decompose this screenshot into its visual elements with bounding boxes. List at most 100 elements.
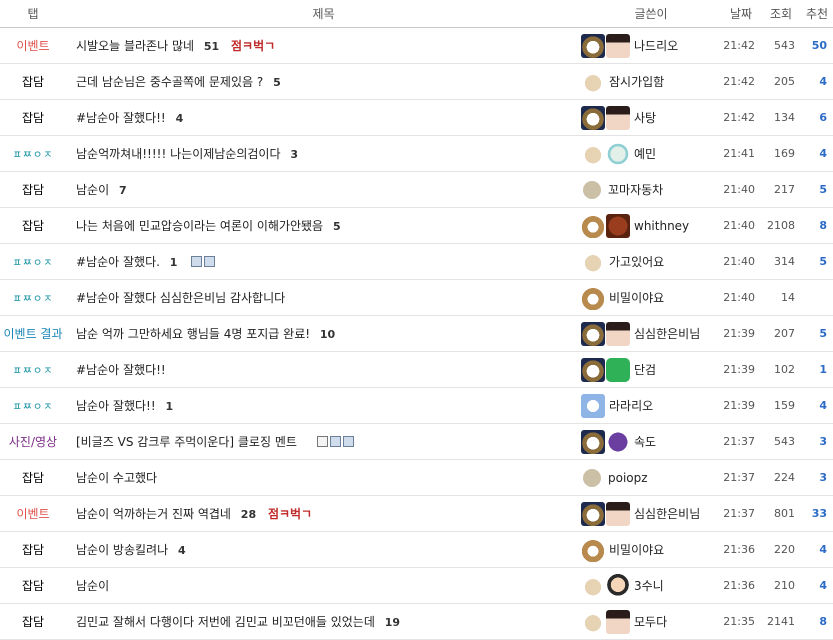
avatar[interactable] (606, 321, 630, 346)
author-name[interactable]: 비밀이야요 (609, 291, 664, 305)
author-name[interactable]: whithney (634, 219, 689, 233)
comment-count[interactable]: 5 (333, 220, 341, 233)
header-tab[interactable]: 탭 (0, 0, 66, 28)
post-tab[interactable]: 이벤트 (0, 27, 66, 64)
comment-count[interactable]: 1 (170, 256, 178, 269)
author-name[interactable]: 잠시가입함 (609, 75, 664, 89)
table-row[interactable]: 이벤트 결과 남순 억까 그만하세요 행님들 4명 포지급 완료! 10 심심한… (0, 315, 833, 352)
header-date[interactable]: 날짜 (721, 0, 761, 28)
author-name[interactable]: 사탕 (634, 111, 656, 125)
table-row[interactable]: 이벤트 남순이 억까하는거 진짜 역겹네 28 점ㅋ벅ㄱ 심심한은비님 21:3… (0, 495, 833, 532)
post-author-cell[interactable]: 비밀이야요 (581, 531, 721, 568)
post-title-link[interactable]: 남순 억까 그만하세요 행님들 4명 포지급 완료! (76, 327, 310, 341)
author-name[interactable]: 꼬마자동차 (608, 183, 663, 197)
avatar[interactable] (581, 213, 605, 238)
comment-count[interactable]: 19 (385, 616, 400, 629)
post-author-cell[interactable]: 3수니 (581, 567, 721, 604)
avatar[interactable] (581, 393, 605, 418)
author-name[interactable]: 비밀이야요 (609, 543, 664, 557)
post-title-link[interactable]: 남순억까쳐내!!!!! 나는이제남순의검이다 (76, 147, 281, 161)
avatar[interactable] (606, 357, 630, 382)
avatar[interactable] (581, 249, 605, 274)
post-title-link[interactable]: #남순아 잘했다!! (76, 363, 166, 377)
table-row[interactable]: 잡담 #남순아 잘했다!! 4 사탕 21:42 134 6 (0, 99, 833, 136)
avatar[interactable] (581, 609, 605, 634)
avatar[interactable] (606, 573, 630, 598)
author-name[interactable]: 라라리오 (609, 399, 653, 413)
post-title-link[interactable]: 시발오늘 블라존나 많네 (76, 39, 194, 53)
author-name[interactable]: 모두다 (634, 615, 667, 629)
comment-count[interactable]: 5 (273, 76, 281, 89)
post-tab[interactable]: 이벤트 (0, 495, 66, 532)
post-tab[interactable]: 잡담 (0, 99, 66, 136)
post-author-cell[interactable]: 예민 (581, 135, 721, 172)
table-row[interactable]: 잡담 김민교 잘해서 다행이다 저번에 김민교 비꼬던애들 있었는데 19 모두… (0, 603, 833, 640)
post-author-cell[interactable]: 꼬마자동차 (581, 171, 721, 208)
avatar[interactable] (581, 141, 605, 166)
post-tab[interactable]: ㅍㅉㅇㅈ (0, 135, 66, 172)
post-title-link[interactable]: 남순이 (76, 579, 109, 593)
avatar[interactable] (606, 105, 630, 130)
post-author-cell[interactable]: 심심한은비님 (581, 315, 721, 352)
post-author-cell[interactable]: poiopz (581, 459, 721, 496)
author-name[interactable]: 3수니 (634, 579, 664, 593)
post-tab[interactable]: 잡담 (0, 567, 66, 604)
post-author-cell[interactable]: 비밀이야요 (581, 279, 721, 316)
table-row[interactable]: 잡담 나는 처음에 민교압승이라는 여론이 이해가안됐음 5 whithney … (0, 207, 833, 244)
post-tab[interactable]: 사진/영상 (0, 423, 66, 460)
avatar[interactable] (606, 33, 630, 58)
avatar[interactable] (581, 573, 605, 598)
post-author-cell[interactable]: 나드리오 (581, 27, 721, 64)
post-title-link[interactable]: #남순아 잘했다!! (76, 111, 166, 125)
author-name[interactable]: poiopz (608, 471, 648, 485)
author-name[interactable]: 심심한은비님 (634, 327, 700, 341)
avatar[interactable] (581, 501, 605, 526)
avatar[interactable] (581, 537, 605, 562)
post-title-link[interactable]: 남순이 (76, 183, 109, 197)
author-name[interactable]: 나드리오 (634, 39, 678, 53)
post-tab[interactable]: ㅍㅉㅇㅈ (0, 279, 66, 316)
post-title-link[interactable]: [비글즈 VS 감크루 주먹이운다] 클로징 멘트 (76, 435, 297, 449)
avatar[interactable] (581, 33, 605, 58)
avatar[interactable] (581, 357, 605, 382)
table-row[interactable]: 이벤트 시발오늘 블라존나 많네 51 점ㅋ벅ㄱ 나드리오 21:42 543 … (0, 27, 833, 64)
avatar[interactable] (606, 501, 630, 526)
post-title-link[interactable]: 남순이 억까하는거 진짜 역겹네 (76, 507, 231, 521)
avatar[interactable] (606, 213, 630, 238)
avatar[interactable] (583, 180, 601, 199)
header-title[interactable]: 제목 (66, 0, 581, 28)
table-row[interactable]: ㅍㅉㅇㅈ 남순아 잘했다!! 1 라라리오 21:39 159 4 (0, 387, 833, 424)
post-title-link[interactable]: #남순아 잘했다 심심한은비님 감사합니다 (76, 291, 285, 305)
post-tab[interactable]: 잡담 (0, 63, 66, 100)
post-title-link[interactable]: #남순아 잘했다. (76, 255, 160, 269)
post-tab[interactable]: 잡담 (0, 459, 66, 496)
avatar[interactable] (606, 141, 630, 166)
avatar[interactable] (581, 69, 605, 94)
post-title-link[interactable]: 근데 남순님은 중수골쪽에 문제있음 ? (76, 75, 263, 89)
post-title-link[interactable]: 남순이 수고했다 (76, 471, 157, 485)
header-author[interactable]: 글쓴이 (581, 0, 721, 28)
avatar[interactable] (581, 285, 605, 310)
post-author-cell[interactable]: 라라리오 (581, 387, 721, 424)
avatar[interactable] (581, 105, 605, 130)
table-row[interactable]: ㅍㅉㅇㅈ #남순아 잘했다 심심한은비님 감사합니다 비밀이야요 21:40 1… (0, 279, 833, 316)
table-row[interactable]: ㅍㅉㅇㅈ #남순아 잘했다. 1 가고있어요 21:40 314 5 (0, 243, 833, 280)
table-row[interactable]: ㅍㅉㅇㅈ 남순억까쳐내!!!!! 나는이제남순의검이다 3 예민 21:41 1… (0, 135, 833, 172)
avatar[interactable] (581, 429, 605, 454)
table-row[interactable]: 잡담 근데 남순님은 중수골쪽에 문제있음 ? 5 잠시가입함 21:42 20… (0, 63, 833, 100)
comment-count[interactable]: 28 (241, 508, 256, 521)
author-name[interactable]: 가고있어요 (609, 255, 664, 269)
post-title-link[interactable]: 나는 처음에 민교압승이라는 여론이 이해가안됐음 (76, 219, 323, 233)
table-row[interactable]: 잡담 남순이 3수니 21:36 210 4 (0, 567, 833, 604)
table-row[interactable]: 잡담 남순이 7 꼬마자동차 21:40 217 5 (0, 171, 833, 208)
author-name[interactable]: 예민 (634, 147, 656, 161)
avatar[interactable] (606, 429, 630, 454)
post-title-link[interactable]: 김민교 잘해서 다행이다 저번에 김민교 비꼬던애들 있었는데 (76, 615, 375, 629)
post-tab[interactable]: 이벤트 결과 (0, 315, 66, 352)
post-author-cell[interactable]: whithney (581, 207, 721, 244)
table-row[interactable]: 잡담 남순이 수고했다 poiopz 21:37 224 3 (0, 459, 833, 496)
post-title-link[interactable]: 남순아 잘했다!! (76, 399, 156, 413)
comment-count[interactable]: 1 (166, 400, 174, 413)
table-row[interactable]: 사진/영상 [비글즈 VS 감크루 주먹이운다] 클로징 멘트 속도 21:37… (0, 423, 833, 460)
post-tab[interactable]: ㅍㅉㅇㅈ (0, 351, 66, 388)
